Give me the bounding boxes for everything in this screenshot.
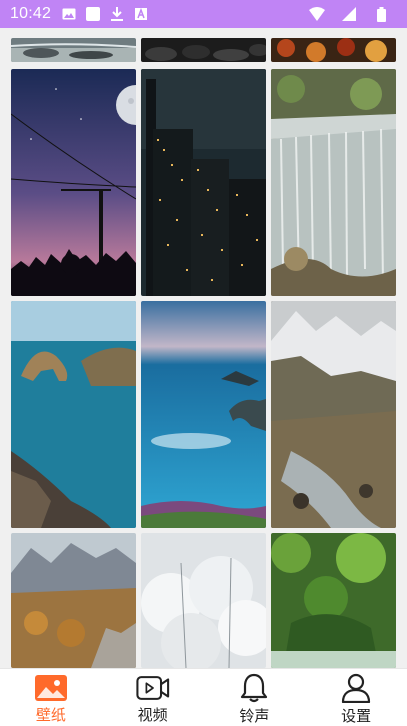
bell-icon — [237, 673, 271, 703]
tab-label: 视频 — [137, 707, 168, 724]
a-icon — [133, 6, 149, 22]
wallpaper-tile[interactable] — [11, 69, 136, 296]
image-icon — [61, 6, 77, 22]
wallpaper-tile[interactable] — [141, 533, 266, 668]
tab-label: 设置 — [341, 708, 372, 725]
wallpaper-tile[interactable] — [11, 301, 136, 528]
tab-label: 铃声 — [239, 708, 270, 725]
user-icon — [339, 673, 373, 703]
wallpaper-tile[interactable] — [271, 38, 396, 62]
wallpaper-grid[interactable] — [0, 28, 407, 668]
tab-video[interactable]: 视频 — [102, 669, 204, 725]
battery-icon — [373, 6, 389, 22]
wallpaper-tile[interactable] — [271, 69, 396, 296]
square-icon — [85, 6, 101, 22]
bottom-tab-bar: 壁纸 视频 铃声 设置 — [0, 668, 407, 725]
status-time: 10:42 — [10, 5, 52, 22]
wallpaper-icon — [34, 673, 68, 702]
wallpaper-tile[interactable] — [11, 533, 136, 668]
wallpaper-tile[interactable] — [271, 301, 396, 528]
tab-settings[interactable]: 设置 — [305, 669, 407, 725]
wallpaper-tile[interactable] — [271, 533, 396, 668]
signal-icon — [341, 6, 357, 22]
wifi-icon — [309, 6, 325, 22]
download-icon — [109, 6, 125, 22]
wallpaper-tile[interactable] — [141, 301, 266, 528]
tab-label: 壁纸 — [35, 707, 66, 724]
wallpaper-tile[interactable] — [141, 69, 266, 296]
tab-wallpaper[interactable]: 壁纸 — [0, 669, 102, 725]
tab-ringtone[interactable]: 铃声 — [204, 669, 306, 725]
wallpaper-tile[interactable] — [11, 38, 136, 62]
wallpaper-tile[interactable] — [141, 38, 266, 62]
status-bar: 10:42 — [0, 0, 407, 28]
video-icon — [136, 673, 170, 702]
